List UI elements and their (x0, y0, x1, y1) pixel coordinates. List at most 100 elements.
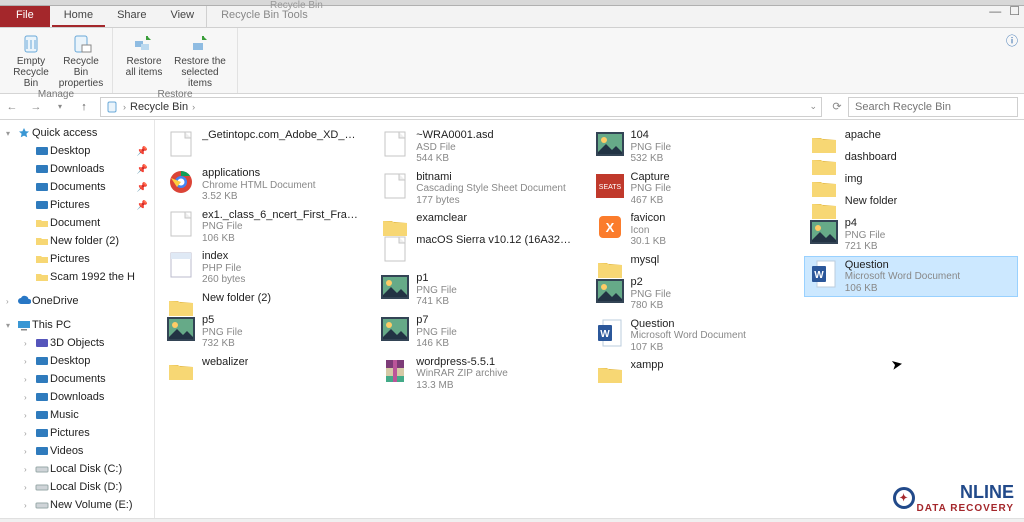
file-type: WinRAR ZIP archive (416, 368, 508, 380)
breadcrumb-location: Recycle Bin (130, 101, 188, 113)
nav-item[interactable]: Pictures (0, 250, 154, 268)
file-item[interactable]: XfaviconIcon30.1 KB (590, 209, 804, 251)
file-item[interactable]: p2PNG File780 KB (590, 273, 804, 315)
file-item[interactable]: indexPHP File260 bytes (161, 247, 375, 289)
nav-item[interactable]: ›Local Disk (D:) (0, 478, 154, 496)
tab-share[interactable]: Share (105, 6, 158, 27)
word-icon: W (809, 259, 839, 289)
pin-icon: 📌 (137, 182, 148, 193)
back-button[interactable]: ← (0, 96, 24, 118)
file-item[interactable]: ~WRA0001.asdASD File544 KB (375, 126, 589, 168)
restore-all-items-button[interactable]: Restore all items (121, 30, 167, 89)
nav-label: Pictures (50, 427, 90, 439)
nav-item[interactable]: Pictures📌 (0, 196, 154, 214)
file-item[interactable]: xampp (590, 356, 804, 378)
minimize-icon[interactable]: — (989, 4, 1001, 18)
chevron-right-icon[interactable]: › (6, 297, 16, 306)
address-bar: ← → ▾ ↑ › Recycle Bin › ⌄ ⟳ (0, 94, 1024, 120)
file-list[interactable]: _Getintopc.com_Adobe_XD_CC_26.0.22x64app… (155, 120, 1024, 518)
chevron-down-icon[interactable]: ▾ (6, 321, 16, 330)
nav-item[interactable]: ›Pictures (0, 424, 154, 442)
nav-this-pc[interactable]: ▾ This PC (0, 316, 154, 334)
file-item[interactable]: wordpress-5.5.1WinRAR ZIP archive13.3 MB (375, 353, 589, 395)
file-item[interactable]: webalizer (161, 353, 375, 375)
recycle-bin-icon (105, 100, 119, 114)
breadcrumb[interactable]: › Recycle Bin › ⌄ (100, 97, 822, 117)
nav-item[interactable]: ›3D Objects (0, 334, 154, 352)
nav-item[interactable]: New folder (2) (0, 232, 154, 250)
file-item[interactable]: examclear (375, 209, 589, 231)
nav-item[interactable]: ›New Volume (E:) (0, 496, 154, 514)
file-item[interactable]: New folder (804, 192, 1018, 214)
drive-icon (34, 498, 50, 512)
file-item[interactable]: WQuestionMicrosoft Word Document107 KB (590, 315, 804, 357)
nav-onedrive[interactable]: › OneDrive (0, 292, 154, 310)
forward-button[interactable]: → (24, 96, 48, 118)
watermark-subtext: DATA RECOVERY (917, 503, 1014, 514)
folder-icon (34, 270, 50, 284)
restore-all-icon (131, 32, 157, 56)
pin-icon: 📌 (137, 146, 148, 157)
file-item[interactable]: _Getintopc.com_Adobe_XD_CC_26.0.22x64 (161, 126, 375, 164)
file-item[interactable]: macOS Sierra v10.12 (16A323) Multilingua… (375, 231, 589, 269)
search-box[interactable] (848, 97, 1018, 117)
nav-item[interactable]: ›Downloads (0, 388, 154, 406)
file-item[interactable]: 104PNG File532 KB (590, 126, 804, 168)
file-item[interactable]: apache (804, 126, 1018, 148)
tab-view[interactable]: View (158, 6, 206, 27)
nav-item[interactable]: ›Documents (0, 370, 154, 388)
file-item[interactable]: New folder (2) (161, 289, 375, 311)
file-item[interactable]: bitnamiCascading Style Sheet Document177… (375, 168, 589, 210)
file-item[interactable]: applicationsChrome HTML Document3.52 KB (161, 164, 375, 206)
file-item[interactable]: p5PNG File732 KB (161, 311, 375, 353)
nav-item[interactable]: Downloads📌 (0, 160, 154, 178)
horizontal-scrollbar[interactable] (0, 518, 1024, 522)
nav-item[interactable]: ›Desktop (0, 352, 154, 370)
nav-label: Pictures (50, 199, 90, 211)
empty-recycle-bin-button[interactable]: Empty Recycle Bin (8, 30, 54, 89)
up-button[interactable]: ↑ (72, 96, 96, 118)
file-item[interactable]: SEATSCapturePNG File467 KB (590, 168, 804, 210)
nav-item[interactable]: Scam 1992 the H (0, 268, 154, 286)
file-item[interactable]: WQuestionMicrosoft Word Document106 KB (804, 256, 1018, 298)
file-item[interactable]: mysql (590, 251, 804, 273)
nav-label: New folder (2) (50, 235, 119, 247)
nav-item[interactable]: Document (0, 214, 154, 232)
maximize-icon[interactable]: ☐ (1009, 4, 1020, 18)
nav-label: Music (50, 409, 79, 421)
file-type: Chrome HTML Document (202, 180, 316, 192)
monitor-icon (34, 354, 50, 368)
nav-item[interactable]: ›Local Disk (C:) (0, 460, 154, 478)
file-type: PNG File (631, 142, 672, 154)
nav-label: Desktop (50, 145, 90, 157)
nav-quick-access[interactable]: ▾ Quick access (0, 124, 154, 142)
globe-icon: ✦ (893, 487, 915, 509)
nav-item[interactable]: Desktop 📌 (0, 142, 154, 160)
file-item[interactable]: ex1._class_6_ncert_First_FramePNG File10… (161, 206, 375, 248)
recent-locations-button[interactable]: ▾ (48, 96, 72, 118)
nav-label: 3D Objects (50, 337, 104, 349)
chevron-down-icon[interactable]: ▾ (6, 129, 16, 138)
file-size: 107 KB (631, 342, 746, 354)
help-icon[interactable]: ⓘ (1006, 32, 1018, 49)
restore-selected-items-button[interactable]: Restore the selected items (171, 30, 229, 89)
file-item[interactable]: p1PNG File741 KB (375, 269, 589, 311)
refresh-button[interactable]: ⟳ (826, 96, 848, 118)
tab-file[interactable]: File (0, 6, 50, 27)
nav-item[interactable]: ›Videos (0, 442, 154, 460)
file-name: macOS Sierra v10.12 (16A323) Multilingua… (416, 234, 576, 247)
rar-icon (380, 356, 410, 386)
file-item[interactable]: p4PNG File721 KB (804, 214, 1018, 256)
file-size: 260 bytes (202, 274, 245, 286)
nav-item[interactable]: Documents📌 (0, 178, 154, 196)
tab-home[interactable]: Home (52, 6, 105, 27)
file-item[interactable]: dashboard (804, 148, 1018, 170)
seat-icon: SEATS (595, 171, 625, 201)
search-input[interactable] (855, 101, 1011, 113)
nav-label: Scam 1992 the H (50, 271, 135, 283)
recycle-bin-properties-button[interactable]: Recycle Bin properties (58, 30, 104, 89)
file-item[interactable]: p7PNG File146 KB (375, 311, 589, 353)
nav-item[interactable]: ›Music (0, 406, 154, 424)
file-item[interactable]: img (804, 170, 1018, 192)
chevron-down-icon[interactable]: ⌄ (809, 101, 817, 112)
